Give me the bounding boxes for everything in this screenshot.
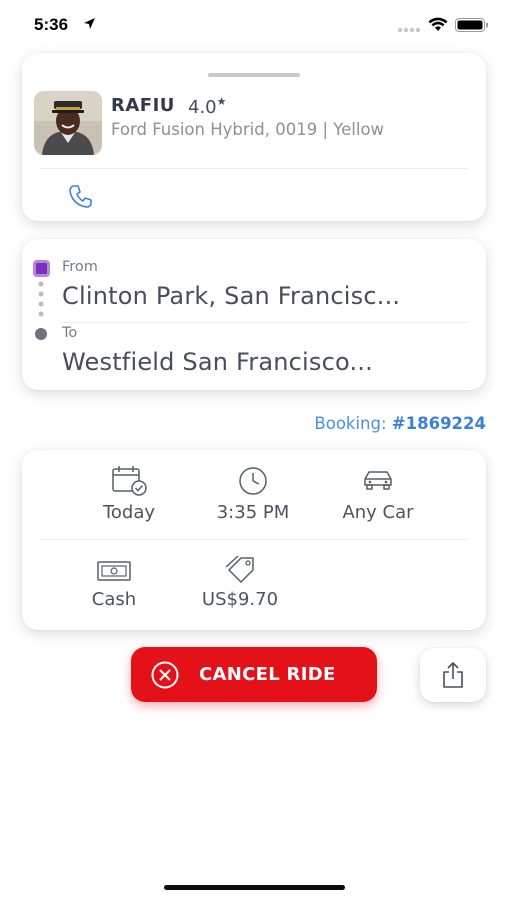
home-indicator[interactable]: [164, 885, 345, 890]
route-card: From Clinton Park, San Francisc... To We…: [22, 239, 486, 390]
fare-price-label: US$9.70: [201, 589, 279, 610]
dropoff-marker-icon: [35, 328, 47, 340]
driver-card: RAFIU 4.0★ Ford Fusion Hybrid, 0019 | Ye…: [22, 53, 486, 221]
fare-price: US$9.70: [175, 554, 305, 610]
booking-number: #1869224: [391, 414, 486, 433]
vehicle-type: Any Car: [313, 465, 443, 523]
driver-rating: 4.0★: [188, 95, 227, 118]
rating-star-icon: ★: [216, 95, 227, 108]
clock-icon: [239, 467, 267, 495]
signal-icon: [397, 27, 421, 33]
phone-icon: [69, 185, 92, 208]
cancel-ride-button[interactable]: CANCEL RIDE: [131, 647, 377, 702]
ride-details-card: Today 3:35 PM Any Car Cash US$9.70: [22, 450, 486, 630]
drag-handle[interactable]: [208, 73, 300, 77]
to-label: To: [62, 325, 78, 341]
divider: [40, 539, 468, 540]
share-icon: [443, 662, 463, 688]
divider: [62, 322, 468, 323]
payment-method: Cash: [49, 558, 179, 610]
status-bar: 5:36: [0, 0, 507, 52]
vehicle-type-label: Any Car: [342, 502, 414, 523]
pickup-marker-icon: [33, 260, 50, 277]
ride-time: 3:35 PM: [188, 465, 318, 523]
call-driver-button[interactable]: [66, 181, 96, 211]
cash-icon: [97, 561, 131, 581]
payment-method-label: Cash: [91, 589, 137, 610]
pickup-address[interactable]: Clinton Park, San Francisc...: [62, 282, 400, 310]
wifi-icon: [428, 17, 448, 31]
booking-label: Booking:: [314, 414, 387, 433]
divider: [40, 168, 468, 169]
booking-reference: Booking: #1869224: [314, 414, 486, 433]
driver-avatar: [34, 91, 102, 155]
location-arrow-icon: [84, 18, 95, 29]
ride-date: Today: [64, 465, 194, 523]
route-line-icon: [38, 281, 44, 317]
driver-name: RAFIU: [111, 95, 175, 116]
status-time: 5:36: [34, 15, 69, 34]
vehicle-info: Ford Fusion Hybrid, 0019 | Yellow: [111, 120, 385, 139]
ride-time-label: 3:35 PM: [216, 502, 290, 523]
price-tag-icon: [225, 555, 254, 583]
from-label: From: [62, 259, 98, 275]
calendar-check-icon: [112, 466, 147, 496]
rating-value: 4.0: [188, 97, 217, 118]
battery-icon: [455, 18, 488, 32]
close-circle-icon: [151, 661, 179, 689]
share-button[interactable]: [420, 648, 486, 702]
dropoff-address[interactable]: Westfield San Francisco...: [62, 348, 373, 376]
ride-date-label: Today: [102, 502, 156, 523]
cancel-ride-label: CANCEL RIDE: [199, 664, 336, 685]
car-icon: [364, 471, 392, 490]
